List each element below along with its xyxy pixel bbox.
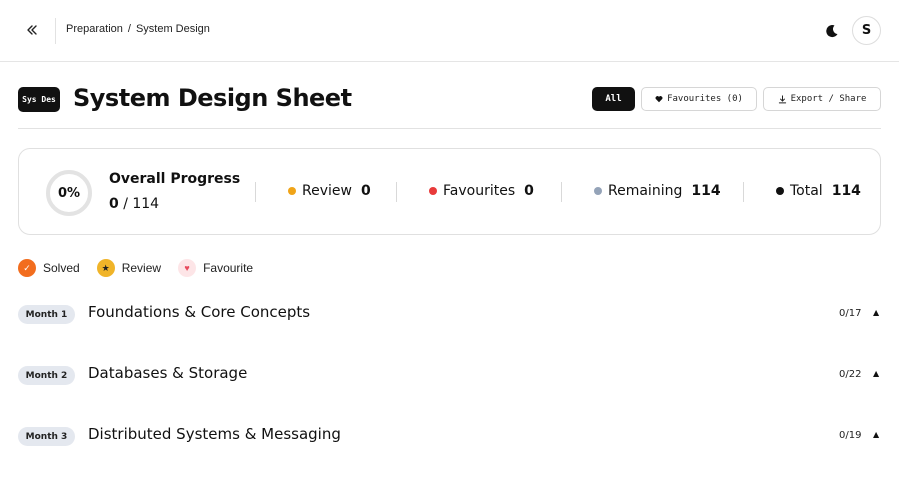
top-divider (55, 18, 56, 44)
breadcrumb-separator: / (127, 23, 131, 35)
legend-favourite-label: Favourite (203, 261, 254, 275)
legend-solved: ✓ Solved (18, 259, 80, 277)
month-progress-count: 0/22 (839, 369, 862, 380)
legend-review-label: Review (121, 261, 162, 275)
collapse-triangle-icon[interactable]: ▲ (873, 308, 879, 317)
month-section-3[interactable]: Month 3 Distributed Systems & Messaging … (18, 425, 881, 451)
header-divider (18, 128, 881, 129)
breadcrumb: Preparation / System Design (66, 23, 210, 35)
stat-remaining: Remaining 114 (594, 183, 721, 199)
filter-favourites-label: Favourites (0) (667, 94, 743, 104)
legend-favourite: ♥ Favourite (178, 259, 253, 277)
breadcrumb-current: System Design (135, 23, 210, 35)
stat-divider (396, 182, 397, 202)
heart-icon: ♥ (178, 259, 197, 277)
month-badge: Month 3 (18, 427, 75, 446)
star-icon: ★ (96, 259, 115, 277)
progress-percent: 0% (57, 185, 81, 201)
moon-icon (826, 25, 838, 38)
check-icon: ✓ (18, 259, 36, 277)
month-badge: Month 1 (18, 305, 75, 324)
month-title: Distributed Systems & Messaging (88, 425, 341, 443)
review-dot (288, 187, 296, 195)
remaining-dot (594, 187, 602, 195)
filter-favourites-button[interactable]: Favourites (0) (641, 87, 757, 111)
double-chevron-left-icon (27, 25, 37, 35)
month-title: Databases & Storage (88, 364, 248, 382)
stat-review: Review 0 (288, 183, 371, 199)
filter-all-button[interactable]: All (592, 87, 635, 111)
collapse-triangle-icon[interactable]: ▲ (873, 430, 879, 439)
stat-total: Total 114 (776, 183, 861, 199)
user-avatar[interactable]: S (852, 16, 881, 45)
stat-favourites: Favourites 0 (429, 183, 534, 199)
legend-solved-label: Solved (43, 261, 80, 275)
stat-total-value: 114 (831, 183, 861, 199)
stat-favourites-value: 0 (524, 183, 534, 199)
month-section-1[interactable]: Month 1 Foundations & Core Concepts 0/17… (18, 303, 881, 329)
favourites-dot (429, 187, 437, 195)
overall-progress-count: 0 / 114 (109, 196, 159, 212)
theme-toggle-button[interactable] (822, 21, 842, 41)
month-progress-count: 0/19 (839, 430, 862, 441)
stat-review-value: 0 (360, 183, 371, 199)
legend-review: ★ Review (96, 259, 162, 277)
stat-divider (743, 182, 744, 202)
solved-count: 0 (109, 196, 119, 212)
status-legend: ✓ Solved ★ Review ♥ Favourite (18, 259, 270, 277)
month-title: Foundations & Core Concepts (88, 303, 311, 321)
stat-remaining-label: Remaining (608, 183, 683, 199)
breadcrumb-preparation[interactable]: Preparation (66, 23, 123, 35)
sheet-badge: Sys Des (18, 87, 60, 112)
stat-total-label: Total (790, 183, 823, 199)
page-title: System Design Sheet (73, 84, 352, 112)
overall-progress-label: Overall Progress (109, 171, 241, 187)
month-badge: Month 2 (18, 366, 75, 385)
filter-all-label: All (605, 94, 622, 104)
export-share-button[interactable]: Export / Share (763, 87, 881, 111)
collapse-triangle-icon[interactable]: ▲ (873, 369, 879, 378)
heart-icon (655, 96, 663, 103)
month-progress-count: 0/17 (839, 308, 862, 319)
top-bar: Preparation / System Design S (0, 0, 899, 62)
export-share-label: Export / Share (790, 94, 867, 104)
stat-review-label: Review (302, 183, 352, 199)
total-dot (776, 187, 784, 195)
download-icon (778, 94, 786, 103)
stat-divider (561, 182, 562, 202)
stat-divider (255, 182, 256, 202)
stat-favourites-label: Favourites (443, 183, 516, 199)
month-section-2[interactable]: Month 2 Databases & Storage 0/22 ▲ (18, 364, 881, 390)
progress-card: 0% Overall Progress 0 / 114 Review 0 Fav… (18, 148, 881, 235)
stat-remaining-value: 114 (691, 183, 721, 199)
total-suffix: / 114 (123, 196, 160, 212)
collapse-back-button[interactable] (22, 20, 42, 40)
